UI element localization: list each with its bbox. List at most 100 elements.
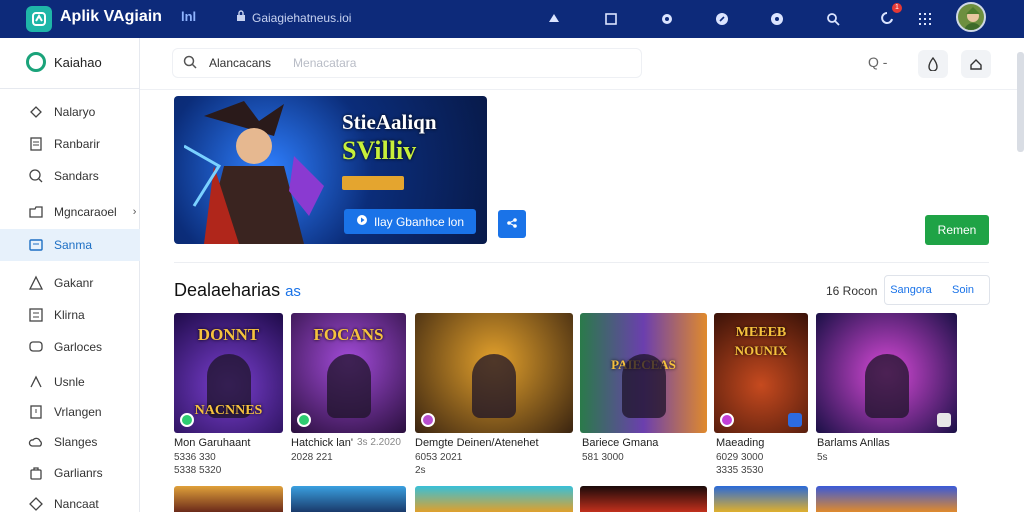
shape-icon xyxy=(28,374,44,390)
hero-play-label: Ilay Gbanhce lon xyxy=(373,214,465,229)
card-title[interactable]: Demgte Deinen/Atenehet xyxy=(415,437,539,449)
game-card[interactable] xyxy=(580,486,707,512)
card-meta: 6053 2021 xyxy=(415,452,463,463)
sidebar-item-ranbarir[interactable]: Ranbarir xyxy=(0,128,140,160)
card-cover-title: FOCANS xyxy=(313,325,384,344)
card-meta: 2028 221 xyxy=(291,452,333,463)
drop-icon[interactable] xyxy=(918,50,948,78)
url-text: Gaiagiehatneus.ioi xyxy=(252,10,352,25)
section-divider xyxy=(174,262,989,263)
note-icon xyxy=(28,404,44,420)
search-row: Alancacans Menacatara Q - xyxy=(140,38,1024,90)
triangle-icon xyxy=(28,275,44,291)
card-title[interactable]: Bariece Gmana xyxy=(582,437,658,449)
card-meta-extra: 3s 2.2020 xyxy=(357,437,401,448)
folder-icon xyxy=(28,204,44,220)
platform-badge-icon xyxy=(180,413,194,427)
game-card[interactable]: PAIECEAS xyxy=(580,313,707,433)
remen-button[interactable]: Remen xyxy=(925,215,989,245)
sidebar-item-slanges[interactable]: Slanges xyxy=(0,426,140,458)
settings-icon[interactable] xyxy=(656,8,678,30)
sidebar-item-label: Usnle xyxy=(54,375,85,389)
document-icon xyxy=(28,136,44,152)
game-card[interactable]: FOCANS xyxy=(291,313,406,433)
media-icon[interactable] xyxy=(766,8,788,30)
compass-icon[interactable] xyxy=(711,8,733,30)
sidebar-item-label: Ranbarir xyxy=(54,137,101,151)
card-character-image xyxy=(864,353,909,418)
sidebar-item-label: Nancaat xyxy=(54,497,99,511)
sidebar-item-usnle[interactable]: Usnle xyxy=(0,366,140,398)
hero-banner[interactable]: StieAaliqn SVilliv Ilay Gbanhce lon xyxy=(174,96,487,244)
game-card[interactable]: MEEEB NOUNIX xyxy=(714,313,808,433)
sidebar-brand-label: Kaiahao xyxy=(54,54,102,70)
app-title: Aplik VAgiain xyxy=(60,8,162,25)
card-meta: 5s xyxy=(817,452,828,463)
game-card[interactable] xyxy=(415,313,573,433)
game-card[interactable] xyxy=(415,486,573,512)
card-meta: 5338 5320 xyxy=(174,465,222,476)
share-icon xyxy=(506,216,518,232)
search-icon xyxy=(28,168,44,184)
share-button[interactable] xyxy=(498,210,526,238)
toggle-option-left[interactable]: Sangora xyxy=(885,284,937,296)
hero-play-button[interactable]: Ilay Gbanhce lon xyxy=(344,209,476,234)
upload-icon[interactable] xyxy=(543,8,565,30)
avatar[interactable] xyxy=(956,2,986,32)
search-icon[interactable] xyxy=(822,8,844,30)
app-logo-icon[interactable] xyxy=(26,6,52,32)
mode-badge[interactable]: lnl xyxy=(181,9,196,24)
sidebar-item-label: Mgncaraoel xyxy=(54,205,117,219)
sidebar-item-sanma[interactable]: Sanma xyxy=(0,229,140,261)
search-input[interactable]: Alancacans Menacatara xyxy=(172,48,642,78)
toggle-option-right[interactable]: Soin xyxy=(937,284,989,296)
card-title[interactable]: Hatchick lan' xyxy=(291,437,353,449)
card-title[interactable]: Mon Garuhaant xyxy=(174,437,250,449)
hero-subtitle: SVilliv xyxy=(342,136,417,165)
chevron-right-icon[interactable]: › xyxy=(133,206,137,218)
section-title: Dealaeharias as xyxy=(174,280,301,301)
url-bar[interactable]: Gaiagiehatneus.ioi xyxy=(236,10,351,25)
sidebar-item-garlianrs[interactable]: Garlianrs xyxy=(0,457,140,489)
home-icon[interactable] xyxy=(961,50,991,78)
card-title[interactable]: Maeading xyxy=(716,437,764,449)
platform-badge-icon xyxy=(297,413,311,427)
view-toggle[interactable]: Sangora Soin xyxy=(884,275,990,305)
scrollbar[interactable] xyxy=(1017,52,1024,152)
card-meta: 5336 330 xyxy=(174,452,216,463)
pin-icon xyxy=(788,413,802,427)
card-character-image xyxy=(621,353,666,418)
sidebar-item-gakanr[interactable]: Gakanr xyxy=(0,267,140,299)
platform-badge-icon xyxy=(720,413,734,427)
game-card[interactable] xyxy=(714,486,808,512)
window-icon[interactable] xyxy=(600,8,622,30)
card-character-image xyxy=(472,353,516,418)
sidebar-brand[interactable]: Kaiahao xyxy=(26,52,102,72)
card-cover-title: DONNT xyxy=(197,325,260,344)
card-title[interactable]: Barlams Anllas xyxy=(817,437,890,449)
game-card[interactable] xyxy=(174,486,283,512)
sidebar-item-nancaat[interactable]: Nancaat xyxy=(0,488,140,520)
sidebar-item-label: Sandars xyxy=(54,169,99,183)
search-icon xyxy=(183,55,197,72)
game-card[interactable] xyxy=(816,486,957,512)
top-bar: Aplik VAgiain lnl Gaiagiehatneus.ioi 1 xyxy=(0,0,1024,38)
sidebar-item-garloces[interactable]: Garloces xyxy=(0,331,140,363)
sidebar-item-sandars[interactable]: Sandars xyxy=(0,160,140,192)
game-card[interactable] xyxy=(291,486,406,512)
sidebar-item-nalaryo[interactable]: Nalaryo xyxy=(0,96,140,128)
apps-grid-icon[interactable] xyxy=(914,8,936,30)
sidebar-item-vrlangen[interactable]: Vrlangen xyxy=(0,396,140,428)
search-placeholder: Menacatara xyxy=(293,56,357,70)
game-card[interactable] xyxy=(816,313,957,433)
game-card[interactable]: DONNT NACNNES xyxy=(174,313,283,433)
sidebar-item-mgncaraoel[interactable]: Mgncaraoel › xyxy=(0,196,140,228)
secondary-search-button[interactable]: Q - xyxy=(868,54,887,70)
brand-logo-icon xyxy=(26,52,46,72)
puzzle-icon xyxy=(28,104,44,120)
card-meta: 2s xyxy=(415,465,426,476)
hero-title: StieAaliqn xyxy=(342,110,437,134)
sidebar-item-klirna[interactable]: Klirna xyxy=(0,299,140,331)
platform-badge-icon xyxy=(421,413,435,427)
lock-icon xyxy=(236,10,246,25)
